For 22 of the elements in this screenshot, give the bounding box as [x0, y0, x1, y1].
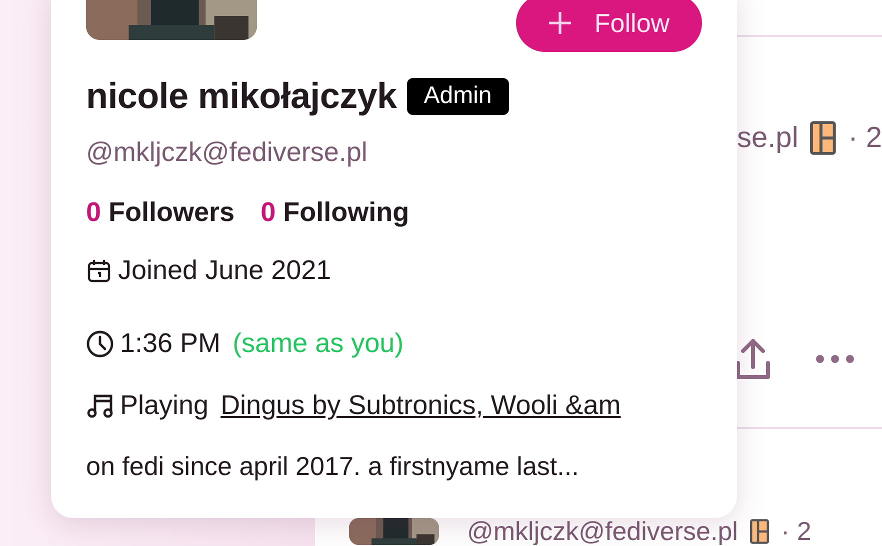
- post-time: · 2: [780, 518, 812, 545]
- display-name: nicole mikołajczyk: [86, 75, 397, 117]
- more-icon[interactable]: [815, 354, 855, 364]
- admin-badge: Admin: [406, 78, 509, 114]
- calendar-icon: [86, 258, 112, 284]
- profile-bio: on fedi since april 2017. a firstnyame last...: [86, 451, 580, 482]
- stat-link[interactable]: 0 Followers: [86, 197, 235, 228]
- share-icon[interactable]: [735, 337, 771, 381]
- badge-emoji-icon: [750, 519, 769, 544]
- post-time: · 2: [848, 122, 882, 154]
- time-note: (same as you): [232, 328, 404, 359]
- post-handle[interactable]: se.pl: [737, 122, 798, 154]
- playing-label: Playing: [120, 390, 209, 421]
- joined-date: Joined June 2021: [118, 255, 332, 286]
- follow-button[interactable]: Follow: [516, 0, 702, 52]
- clock-icon: [86, 330, 114, 358]
- plus-icon: [548, 11, 572, 35]
- user-handle: @mkljczk@fediverse.pl: [86, 137, 368, 168]
- local-time: 1:36 PM: [120, 328, 221, 359]
- badge-emoji-icon: [810, 121, 836, 155]
- stat-link[interactable]: 0 Following: [260, 197, 410, 228]
- song-link[interactable]: Dingus by Subtronics, Wooli &am: [220, 390, 621, 421]
